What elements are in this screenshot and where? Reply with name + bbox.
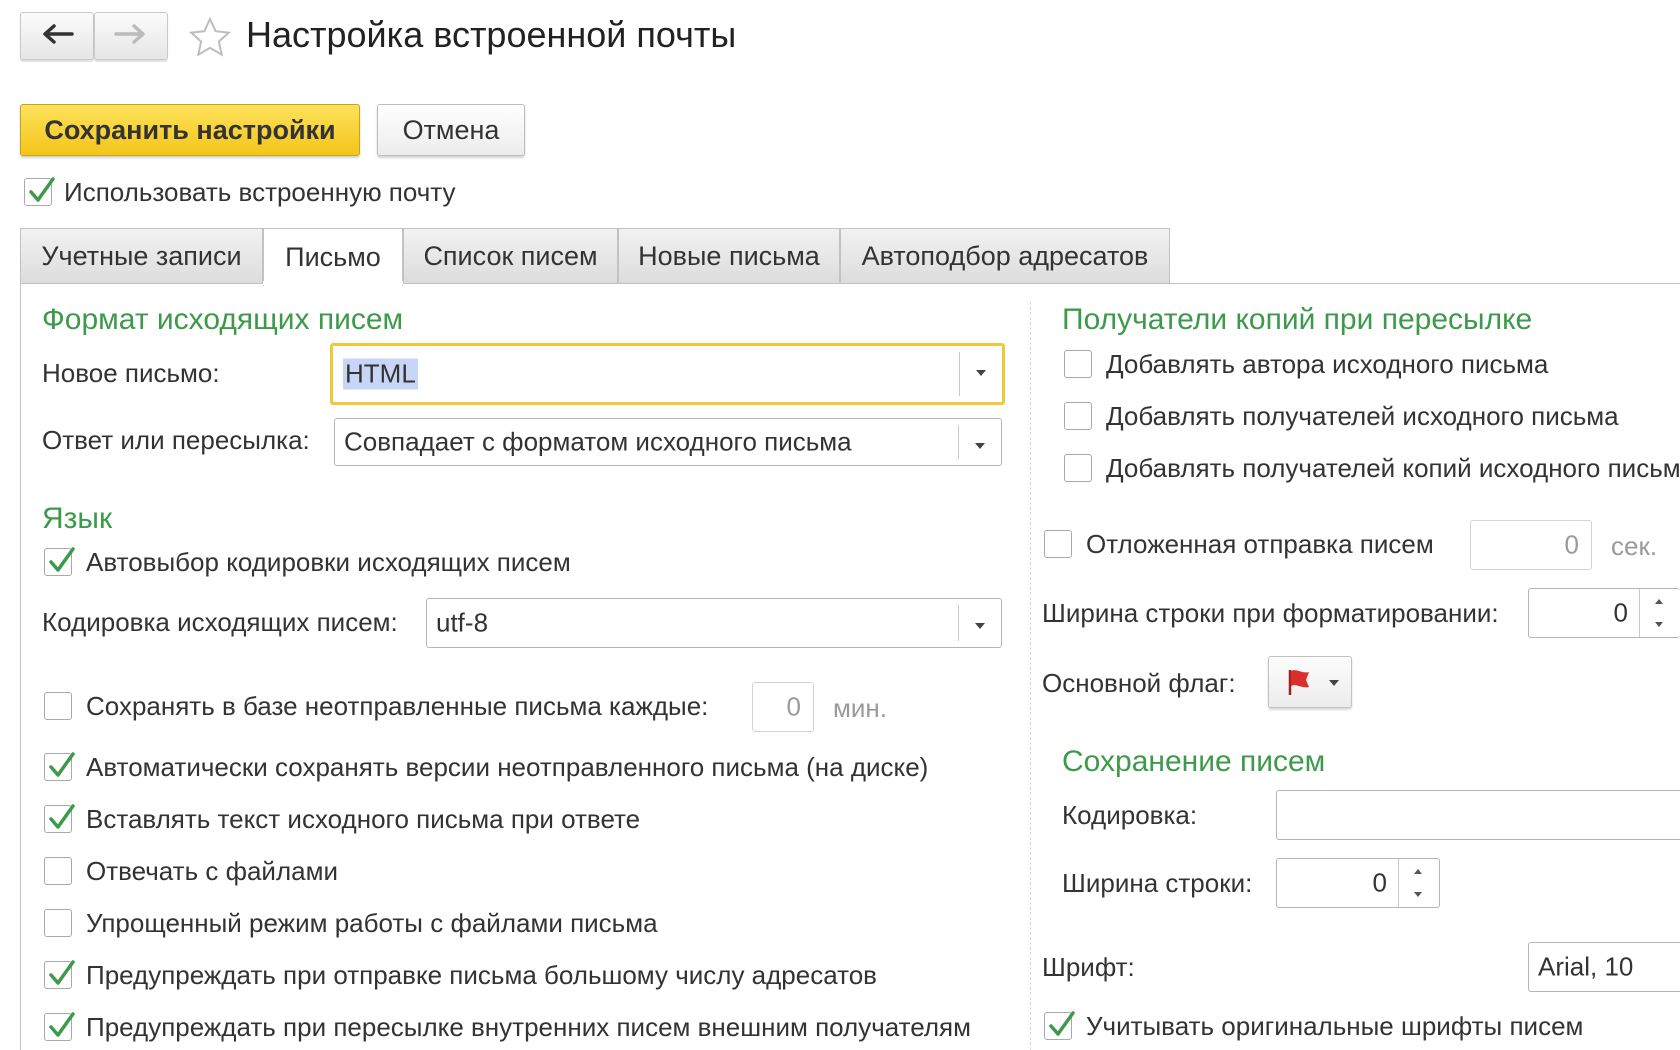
tab-letter[interactable]: Письмо: [263, 228, 403, 286]
copies-section-title: Получатели копий при пересылке: [1062, 303, 1533, 336]
option-label: Предупреждать при отправке письма большо…: [86, 960, 877, 990]
save-encoding-input[interactable]: [1276, 790, 1680, 840]
option-label: Отвечать с файлами: [86, 856, 338, 886]
line-width-format-label: Ширина строки при форматировании:: [1042, 598, 1499, 628]
checkmark-icon: [1049, 1011, 1075, 1036]
tab-accounts[interactable]: Учетные записи: [20, 228, 263, 284]
back-button[interactable]: [20, 12, 94, 60]
tab-letter-list[interactable]: Список писем: [403, 228, 618, 284]
copy-option-label: Добавлять получателей копий исходного пи…: [1106, 453, 1680, 483]
use-builtin-mail-checkbox[interactable]: [24, 177, 55, 206]
original-fonts-label: Учитывать оригинальные шрифты писем: [1086, 1011, 1584, 1041]
checkmark-icon: [49, 960, 75, 985]
line-width-format-value: 0: [1613, 597, 1628, 628]
seconds-unit-label: сек.: [1611, 531, 1658, 561]
language-section-title: Язык: [42, 502, 113, 535]
active-tab-joint: [263, 281, 403, 285]
original-fonts-checkbox[interactable]: [1044, 1011, 1075, 1040]
main-flag-select[interactable]: [1268, 656, 1352, 708]
use-builtin-mail-label: Использовать встроенную почту: [64, 177, 456, 207]
cancel-button[interactable]: Отмена: [377, 104, 525, 156]
save-line-width-input[interactable]: 0: [1276, 858, 1440, 908]
checkmark-icon: [49, 804, 75, 829]
checkmark-icon: [49, 1012, 75, 1037]
option-checkbox[interactable]: [44, 857, 72, 885]
reply-forward-format-value: Совпадает с форматом исходного письма: [344, 426, 852, 457]
copy-option-checkbox[interactable]: [1064, 402, 1092, 430]
arrow-right-icon: [114, 23, 148, 50]
option-checkbox[interactable]: [44, 804, 75, 833]
encoding-select[interactable]: utf-8: [426, 598, 1002, 648]
reply-forward-label: Ответ или пересылка:: [42, 425, 310, 455]
option-label: Вставлять текст исходного письма при отв…: [86, 804, 641, 834]
tab-new-letters[interactable]: Новые письма: [618, 228, 840, 284]
save-line-width-value: 0: [1372, 867, 1387, 898]
page-title: Настройка встроенной почты: [246, 14, 737, 55]
font-value: Arial, 10: [1538, 951, 1634, 982]
column-divider: [1030, 302, 1031, 1050]
checkmark-icon: [29, 177, 55, 202]
checkmark-icon: [49, 547, 75, 572]
delayed-send-seconds-value: 0: [1564, 529, 1579, 560]
copy-option-checkbox[interactable]: [1064, 454, 1092, 482]
font-input[interactable]: Arial, 10: [1528, 942, 1680, 992]
main-flag-label: Основной флаг:: [1042, 668, 1236, 698]
save-unsent-label: Сохранять в базе неотправленные письма к…: [86, 691, 709, 721]
star-icon[interactable]: [188, 16, 232, 63]
save-encoding-label: Кодировка:: [1062, 800, 1198, 830]
forward-button[interactable]: [94, 12, 168, 60]
chevron-down-icon[interactable]: [958, 425, 1001, 459]
new-letter-format-select[interactable]: HTML: [330, 343, 1005, 405]
option-label: Предупреждать при пересылке внутренних п…: [86, 1012, 972, 1042]
save-unsent-minutes-value: 0: [786, 691, 801, 722]
option-checkbox[interactable]: [44, 909, 72, 937]
encoding-value: utf-8: [436, 607, 489, 638]
saving-section-title: Сохранение писем: [1062, 745, 1326, 778]
auto-encoding-checkbox[interactable]: [44, 547, 75, 576]
delayed-send-label: Отложенная отправка писем: [1086, 529, 1434, 559]
new-letter-label: Новое письмо:: [42, 358, 220, 388]
delayed-send-checkbox[interactable]: [1044, 530, 1072, 558]
auto-encoding-label: Автовыбор кодировки исходящих писем: [86, 547, 571, 577]
arrow-left-icon: [40, 23, 74, 50]
spinner-arrows-icon[interactable]: [1639, 589, 1680, 637]
save-settings-button[interactable]: Сохранить настройки: [20, 104, 360, 156]
encoding-label: Кодировка исходящих писем:: [42, 607, 398, 637]
format-section-title: Формат исходящих писем: [42, 303, 404, 336]
line-width-format-input[interactable]: 0: [1528, 588, 1680, 638]
option-checkbox[interactable]: [44, 1012, 75, 1041]
chevron-down-icon[interactable]: [959, 352, 1002, 396]
copy-option-label: Добавлять получателей исходного письма: [1106, 401, 1619, 431]
reply-forward-format-select[interactable]: Совпадает с форматом исходного письма: [334, 418, 1002, 466]
copy-option-checkbox[interactable]: [1064, 350, 1092, 378]
option-label: Упрощенный режим работы с файлами письма: [86, 908, 658, 938]
chevron-down-icon[interactable]: [958, 605, 1001, 641]
option-label: Автоматически сохранять версии неотправл…: [86, 752, 929, 782]
checkmark-icon: [49, 752, 75, 777]
font-label: Шрифт:: [1042, 952, 1135, 982]
minutes-unit-label: мин.: [833, 693, 887, 723]
new-letter-format-value: HTML: [343, 358, 418, 390]
option-checkbox[interactable]: [44, 752, 75, 781]
tab-autocomplete[interactable]: Автоподбор адресатов: [840, 228, 1170, 284]
spinner-arrows-icon[interactable]: [1398, 859, 1439, 907]
delayed-send-seconds-input[interactable]: 0: [1470, 520, 1592, 570]
option-checkbox[interactable]: [44, 960, 75, 989]
save-line-width-label: Ширина строки:: [1062, 868, 1253, 898]
save-unsent-minutes-input[interactable]: 0: [752, 682, 814, 732]
copy-option-label: Добавлять автора исходного письма: [1106, 349, 1549, 379]
chevron-down-icon: [1329, 680, 1339, 686]
save-unsent-checkbox[interactable]: [44, 692, 72, 720]
flag-icon: [1285, 667, 1315, 702]
